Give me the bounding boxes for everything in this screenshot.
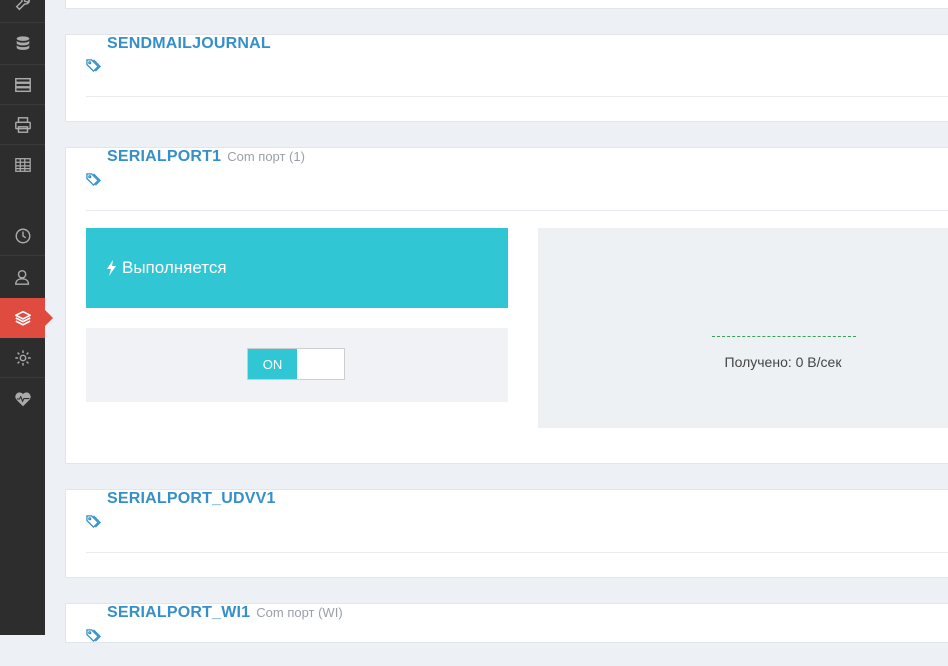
database-icon bbox=[16, 35, 29, 50]
sidebar-item-health[interactable] bbox=[0, 379, 45, 419]
sidebar-item-layers[interactable] bbox=[0, 298, 53, 338]
panel-sendmailjournal: SENDMAILJOURNAL bbox=[65, 34, 948, 122]
wrench-icon bbox=[15, 0, 30, 10]
sidebar-item-tables[interactable] bbox=[0, 145, 45, 185]
received-rate: Получено: 0 B/сек bbox=[724, 354, 842, 370]
panel-subtitle: Com порт (WI) bbox=[256, 605, 343, 620]
status-running: Выполняется bbox=[86, 228, 508, 308]
sidebar-item-tools[interactable] bbox=[0, 0, 45, 23]
sidebar-item-print[interactable] bbox=[0, 105, 45, 145]
toggle-on-label: ON bbox=[248, 349, 297, 379]
bolt-icon bbox=[107, 260, 116, 276]
panel-title[interactable]: SENDMAILJOURNAL bbox=[107, 35, 271, 53]
sidebar bbox=[0, 0, 53, 635]
gear-icon bbox=[14, 349, 31, 366]
sidebar-item-servers[interactable] bbox=[0, 65, 45, 105]
tags-icon bbox=[86, 628, 101, 642]
on-off-toggle[interactable]: ON bbox=[247, 348, 345, 380]
sidebar-item-database[interactable] bbox=[0, 23, 45, 65]
sidebar-item-settings[interactable] bbox=[0, 338, 45, 378]
heartbeat-icon bbox=[14, 392, 31, 407]
panel-previous bbox=[65, 0, 948, 9]
tags-icon bbox=[86, 514, 101, 528]
table-icon bbox=[14, 158, 31, 172]
panel-subtitle: Com порт (1) bbox=[227, 149, 305, 164]
printer-icon bbox=[14, 116, 31, 133]
panel-title[interactable]: SERIALPORT_WI1 bbox=[107, 604, 250, 622]
panel-title[interactable]: SERIALPORT1 bbox=[107, 148, 221, 166]
status-label: Выполняется bbox=[122, 258, 227, 277]
traffic-graph-line bbox=[712, 336, 856, 337]
sidebar-item-history[interactable] bbox=[0, 216, 45, 256]
traffic-stats: Получено: 0 B/сек bbox=[538, 228, 948, 428]
sidebar-item-users[interactable] bbox=[0, 257, 45, 297]
layers-icon bbox=[14, 310, 31, 326]
tags-icon bbox=[86, 59, 101, 73]
panel-serialport-udvv1: SERIALPORT_UDVV1 bbox=[65, 489, 948, 578]
panel-title[interactable]: SERIALPORT_UDVV1 bbox=[107, 490, 276, 508]
server-icon bbox=[14, 77, 31, 92]
clock-icon bbox=[15, 228, 30, 243]
panel-serialport-wi1: SERIALPORT_WI1 Com порт (WI) bbox=[65, 603, 948, 643]
toggle-container: ON bbox=[86, 328, 508, 402]
tags-icon bbox=[86, 172, 101, 186]
users-icon bbox=[14, 269, 29, 285]
